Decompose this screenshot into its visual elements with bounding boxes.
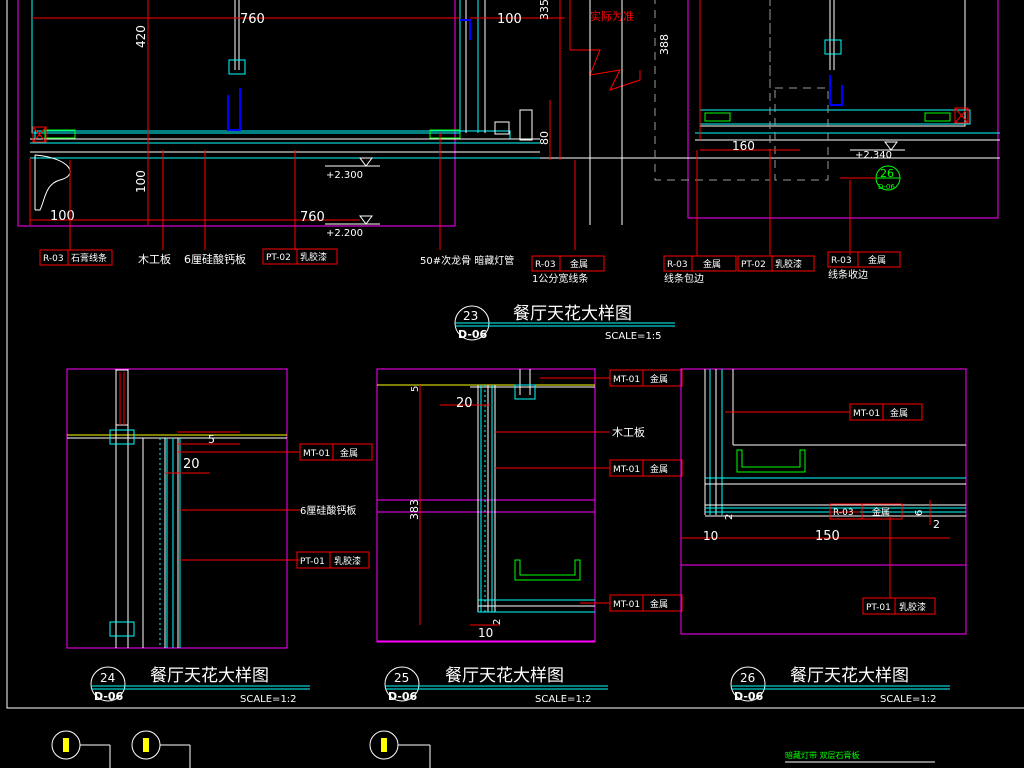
svg-text:金属: 金属 [650, 463, 668, 475]
svg-text:石膏线条: 石膏线条 [71, 252, 107, 264]
detail-26-frame [680, 368, 967, 635]
bottom-green-note: 暗藏灯带 双层石膏板 [785, 750, 860, 760]
title-24-sheet: D-06 [94, 690, 124, 703]
title-26-number: 26 [740, 671, 755, 685]
title-25-scale: SCALE=1:2 [535, 694, 592, 705]
detail-23: 760 100 335 420 388 80 160 100 100 760 实… [17, 0, 1000, 342]
svg-text:PT-02: PT-02 [266, 253, 291, 263]
svg-text:MT-01: MT-01 [853, 409, 880, 419]
label-wood-board: 木工板 [138, 252, 171, 266]
svg-text:乳胶漆: 乳胶漆 [775, 258, 802, 270]
bottom-strip: 暗藏灯带 双层石膏板 [51, 730, 935, 768]
callout-26-number: 26 [880, 167, 894, 180]
d24-label-cal-board: 6厘硅酸钙板 [300, 504, 356, 517]
d25-dim-20: 20 [456, 396, 473, 411]
dim-100-bottom: 100 [50, 209, 75, 224]
svg-text:乳胶漆: 乳胶漆 [334, 555, 361, 567]
title-23-scale: SCALE=1:5 [605, 331, 662, 342]
detail-24-frame [66, 368, 288, 649]
svg-text:R-03: R-03 [43, 254, 64, 264]
svg-text:PT-01: PT-01 [866, 603, 891, 613]
svg-text:金属: 金属 [703, 258, 721, 270]
dim-160: 160 [732, 139, 755, 153]
d25-dim-2: 2 [492, 619, 503, 625]
detail-26: 10 150 2 6 2 MT-01 金属 R-03 金属 PT-01 乳胶漆 … [680, 368, 967, 705]
d26-dim-2-left: 2 [724, 514, 735, 520]
detail-24: 5 20 MT-01 金属 6厘硅酸钙板 PT-01 乳胶漆 24 D-06 餐… [66, 368, 373, 705]
level-2300: +2.300 [326, 170, 363, 181]
level-2200: +2.200 [326, 228, 363, 239]
detail-23-frame-left [17, 0, 456, 227]
dim-388: 388 [658, 34, 671, 55]
title-24-scale: SCALE=1:2 [240, 694, 297, 705]
label-cal-board: 6厘硅酸钙板 [184, 252, 246, 266]
title-26-text: 餐厅天花大样图 [790, 666, 909, 686]
title-25-text: 餐厅天花大样图 [445, 666, 564, 686]
note-actual: 实际为准 [590, 9, 634, 23]
label-trim-finish: 线条收边 [828, 268, 868, 281]
d25-dim-10: 10 [478, 626, 493, 640]
title-23-text: 餐厅天花大样图 [513, 304, 632, 324]
detail-25: 383 5 20 10 2 MT-01 金属 木工板 MT-01 金属 MT-0… [376, 368, 683, 705]
svg-text:金属: 金属 [570, 258, 588, 270]
title-25-sheet: D-06 [388, 690, 418, 703]
d26-dim-2-right: 2 [933, 518, 940, 531]
svg-text:MT-01: MT-01 [613, 600, 640, 610]
svg-text:MT-01: MT-01 [303, 449, 330, 459]
d24-dim-20: 20 [183, 457, 200, 472]
title-26-scale: SCALE=1:2 [880, 694, 937, 705]
d26-dim-10: 10 [703, 529, 718, 543]
d25-dim-383: 383 [408, 499, 421, 520]
svg-text:金属: 金属 [340, 447, 358, 459]
d26-dim-6: 6 [914, 510, 925, 516]
dim-80: 80 [538, 131, 551, 145]
ceiling-cavity-right [699, 0, 966, 127]
svg-text:乳胶漆: 乳胶漆 [899, 601, 926, 613]
svg-text:金属: 金属 [872, 506, 890, 518]
d25-label-wood-board: 木工板 [612, 425, 645, 439]
title-23-number: 23 [463, 309, 478, 323]
title-26-sheet: D-06 [734, 690, 764, 703]
svg-text:金属: 金属 [650, 598, 668, 610]
svg-text:金属: 金属 [650, 373, 668, 385]
d26-channel [736, 449, 806, 473]
svg-text:PT-02: PT-02 [741, 260, 766, 270]
dim-100-left: 100 [134, 170, 148, 193]
hanger-clip-left [227, 88, 241, 131]
svg-text:R-03: R-03 [667, 260, 688, 270]
detail-23-frame-right [687, 0, 999, 219]
svg-text:MT-01: MT-01 [613, 465, 640, 475]
sheet-border [6, 0, 1024, 709]
cad-drawing-sheet: 760 100 335 420 388 80 160 100 100 760 实… [6, 0, 1024, 768]
d25-dim-5: 5 [410, 386, 421, 392]
hanger-clip-right [829, 75, 843, 106]
label-trim-edge: 线条包边 [664, 272, 704, 285]
level-2340: +2.340 [855, 150, 892, 161]
label-keel: 50#次龙骨 暗藏灯管 [420, 254, 514, 267]
d26-dim-150: 150 [815, 529, 840, 544]
title-24-number: 24 [100, 671, 115, 685]
dim-760-bottom: 760 [300, 210, 325, 225]
label-trim-1cm: 1公分宽线条 [532, 272, 588, 285]
gypsum-cornice [34, 154, 71, 211]
dim-335: 335 [538, 0, 551, 20]
title-24-text: 餐厅天花大样图 [150, 666, 269, 686]
svg-text:金属: 金属 [890, 407, 908, 419]
d25-channel [514, 559, 581, 581]
dim-100-top: 100 [497, 12, 522, 27]
svg-text:金属: 金属 [868, 254, 886, 266]
svg-text:R-03: R-03 [535, 260, 556, 270]
svg-text:R-03: R-03 [831, 256, 852, 266]
d24-dim-5: 5 [208, 433, 215, 446]
title-25-number: 25 [394, 671, 409, 685]
callout-26-sheet: D-06 [878, 183, 895, 191]
dim-760-top: 760 [240, 12, 265, 27]
svg-text:MT-01: MT-01 [613, 375, 640, 385]
svg-text:R-03: R-03 [833, 508, 854, 518]
svg-text:PT-01: PT-01 [300, 557, 325, 567]
dim-420: 420 [134, 25, 148, 48]
svg-text:乳胶漆: 乳胶漆 [300, 251, 327, 263]
title-23-sheet: D-06 [458, 328, 488, 341]
